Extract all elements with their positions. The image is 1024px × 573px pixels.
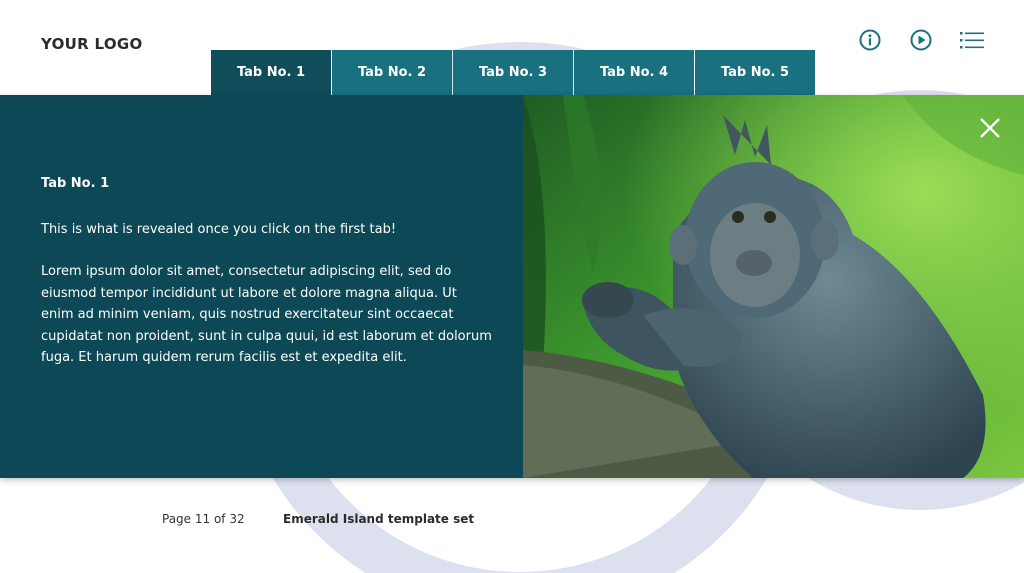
content-title: Tab No. 1 <box>41 176 110 191</box>
info-icon[interactable] <box>856 26 884 54</box>
menu-icon[interactable] <box>958 26 986 54</box>
play-icon[interactable] <box>907 26 935 54</box>
text-pane: Tab No. 1 This is what is revealed once … <box>0 95 523 478</box>
content-body: Lorem ipsum dolor sit amet, consectetur … <box>41 264 492 365</box>
tab-5[interactable]: Tab No. 5 <box>695 50 815 95</box>
tab-3[interactable]: Tab No. 3 <box>453 50 573 95</box>
tab-1[interactable]: Tab No. 1 <box>211 50 331 95</box>
logo: YOUR LOGO <box>41 35 143 53</box>
tab-2[interactable]: Tab No. 2 <box>332 50 452 95</box>
template-set-name: Emerald Island template set <box>283 512 475 526</box>
tab-bar: Tab No. 1 Tab No. 2 Tab No. 3 Tab No. 4 … <box>211 50 816 95</box>
tab-4[interactable]: Tab No. 4 <box>574 50 694 95</box>
content-intro: This is what is revealed once you click … <box>41 221 397 237</box>
close-icon[interactable] <box>978 116 1002 140</box>
content-panel: Tab No. 1 This is what is revealed once … <box>0 95 1024 478</box>
page-indicator: Page 11 of 32 <box>162 512 245 526</box>
monkey-photo <box>523 95 1024 478</box>
header-toolbar <box>856 26 986 54</box>
